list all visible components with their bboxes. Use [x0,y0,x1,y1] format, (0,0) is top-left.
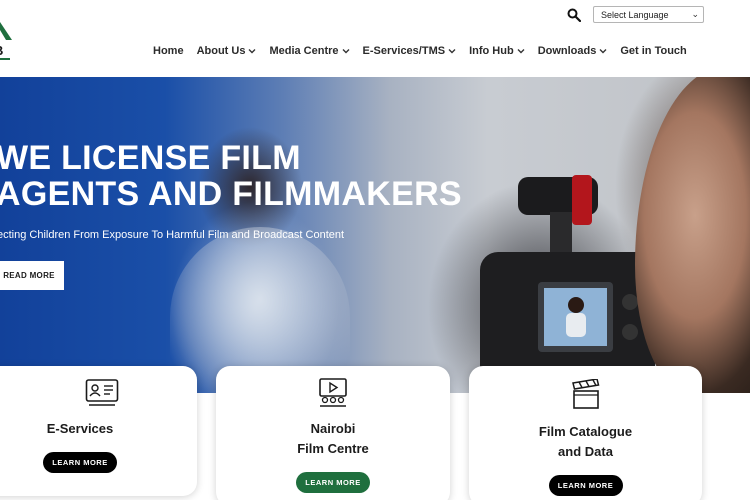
nairobi-film-centre-learn-more-button[interactable]: LEARN MORE [296,472,370,493]
card-title: Film Catalogue and Data [469,422,702,462]
logo-icon[interactable]: B [0,22,12,62]
hero-photo-profile [635,77,750,393]
chevron-down-icon [248,49,256,54]
nav-label: Downloads [537,45,597,57]
chevron-down-icon [599,49,607,54]
hero-banner: WE LICENSE FILM AGENTS AND FILMMAKERS ec… [0,77,750,393]
card-e-services: E-Services LEARN MORE [0,366,197,496]
logo-text: B [0,43,3,58]
nav-label: About Us [196,45,246,57]
page: B Select Language ⌄ Home About Us Media … [0,0,750,500]
nav-item-downloads[interactable]: Downloads [538,45,608,57]
film-catalogue-learn-more-button[interactable]: LEARN MORE [548,475,623,496]
card-title-line-1: E-Services [46,421,114,436]
language-select[interactable]: Select Language ⌄ [593,6,704,23]
film-presentation-icon [319,378,347,407]
search-icon[interactable] [567,8,581,22]
card-title: E-Services [0,419,160,439]
nav-item-home[interactable]: Home [153,45,184,57]
nav-label: E-Services/TMS [362,45,446,57]
e-services-learn-more-button[interactable]: LEARN MORE [43,452,117,473]
card-film-catalogue: Film Catalogue and Data LEARN MORE [469,366,702,500]
nav-item-media-centre[interactable]: Media Centre [269,45,350,57]
hero-title-line-1: WE LICENSE FILM [0,139,301,177]
card-nairobi-film-centre: Nairobi Film Centre LEARN MORE [216,366,450,500]
nav-label: Media Centre [269,45,339,57]
card-title-line-2: Film Centre [297,441,369,456]
nav-item-get-in-touch[interactable]: Get in Touch [620,45,686,57]
top-utility-bar: Select Language ⌄ [567,6,704,23]
hero-subtitle: ecting Children From Exposure To Harmful… [0,229,345,241]
read-more-button[interactable]: READ MORE [0,261,64,290]
card-title-line-1: Film Catalogue [538,424,633,439]
main-navigation: Home About Us Media Centre E-Services/TM… [153,45,687,57]
language-select-value: Select Language [601,9,669,20]
card-title: Nairobi Film Centre [216,419,450,459]
nav-item-about-us[interactable]: About Us [197,45,257,57]
nav-item-e-services-tms[interactable]: E-Services/TMS [363,45,457,57]
chevron-down-icon [448,49,456,54]
chevron-down-icon [342,49,350,54]
camera-image [480,175,655,387]
nav-label: Info Hub [469,45,514,57]
site-header: B Select Language ⌄ Home About Us Media … [0,0,750,77]
card-title-line-1: Nairobi [310,421,356,436]
hero-title-line-2: AGENTS AND FILMMAKERS [0,175,462,213]
nav-label: Get in Touch [620,45,687,57]
chevron-down-icon [517,49,525,54]
chevron-down-icon: ⌄ [691,9,699,19]
clapperboard-icon [571,379,599,409]
nav-label: Home [153,45,184,57]
id-card-icon [85,379,119,406]
card-title-line-2: and Data [558,444,613,459]
hero-title: WE LICENSE FILM AGENTS AND FILMMAKERS [0,140,462,212]
nav-item-info-hub[interactable]: Info Hub [469,45,525,57]
